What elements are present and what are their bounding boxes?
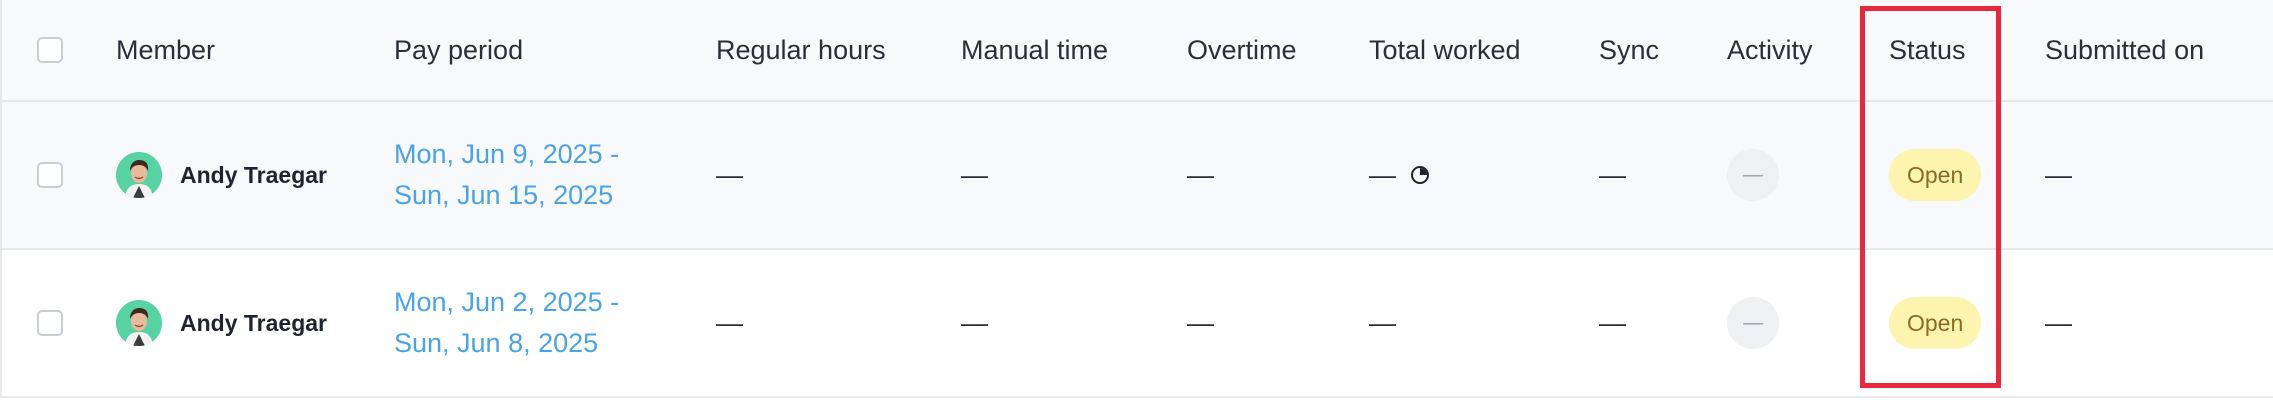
header-status[interactable]: Status — [1889, 0, 1966, 100]
pay-period-start: Mon, Jun 9, 2025 - — [394, 139, 620, 169]
pay-period-cell[interactable]: Mon, Jun 9, 2025 - Sun, Jun 15, 2025 — [394, 102, 619, 248]
submitted-on-value: — — [2045, 307, 2072, 338]
sync-value: — — [1599, 159, 1626, 190]
avatar — [116, 152, 162, 198]
header-regular-hours[interactable]: Regular hours — [716, 0, 886, 100]
status-badge: Open — [1889, 149, 1982, 201]
header-pay-period[interactable]: Pay period — [394, 0, 523, 100]
avatar — [116, 300, 162, 346]
total-worked-value: — — [1369, 159, 1396, 190]
table-header: Member Pay period Regular hours Manual t… — [0, 0, 2273, 102]
timer-icon[interactable] — [1410, 165, 1430, 185]
avatar-image — [116, 300, 162, 346]
activity-cell: — — [1727, 102, 1779, 248]
pay-period-link[interactable]: Mon, Jun 9, 2025 - Sun, Jun 15, 2025 — [394, 134, 619, 216]
activity-pill: — — [1727, 297, 1779, 349]
pay-period-end: Sun, Jun 8, 2025 — [394, 328, 599, 358]
select-all-checkbox[interactable] — [37, 37, 63, 63]
row-checkbox[interactable] — [37, 310, 63, 336]
select-all-cell — [37, 0, 63, 100]
activity-pill: — — [1727, 149, 1779, 201]
manual-time-value: — — [961, 307, 988, 338]
status-cell: Open — [1889, 250, 1982, 396]
member-name[interactable]: Andy Traegar — [180, 310, 327, 337]
avatar-image — [116, 152, 162, 198]
header-sync[interactable]: Sync — [1599, 0, 1659, 100]
pay-period-end: Sun, Jun 15, 2025 — [394, 180, 614, 210]
table-row[interactable]: Andy Traegar Mon, Jun 9, 2025 - Sun, Jun… — [0, 102, 2273, 250]
header-total-worked[interactable]: Total worked — [1369, 0, 1521, 100]
overtime-value: — — [1187, 307, 1214, 338]
total-worked-cell: — — [1369, 102, 1430, 248]
regular-hours-value: — — [716, 159, 743, 190]
manual-time-value: — — [961, 159, 988, 190]
total-worked-value: — — [1369, 307, 1396, 338]
sync-value: — — [1599, 307, 1626, 338]
member-cell[interactable]: Andy Traegar — [116, 102, 327, 248]
header-manual-time[interactable]: Manual time — [961, 0, 1108, 100]
activity-cell: — — [1727, 250, 1779, 396]
header-submitted-on[interactable]: Submitted on — [2045, 0, 2204, 100]
status-badge: Open — [1889, 297, 1982, 349]
regular-hours-value: — — [716, 307, 743, 338]
pay-period-start: Mon, Jun 2, 2025 - — [394, 287, 620, 317]
header-overtime[interactable]: Overtime — [1187, 0, 1297, 100]
status-cell: Open — [1889, 102, 1982, 248]
table-row[interactable]: Andy Traegar Mon, Jun 2, 2025 - Sun, Jun… — [0, 250, 2273, 398]
member-cell[interactable]: Andy Traegar — [116, 250, 327, 396]
pay-period-cell[interactable]: Mon, Jun 2, 2025 - Sun, Jun 8, 2025 — [394, 250, 619, 396]
row-select-cell — [37, 102, 63, 248]
row-checkbox[interactable] — [37, 162, 63, 188]
overtime-value: — — [1187, 159, 1214, 190]
timesheets-table: Member Pay period Regular hours Manual t… — [0, 0, 2273, 411]
header-member[interactable]: Member — [116, 0, 215, 100]
row-select-cell — [37, 250, 63, 396]
header-activity[interactable]: Activity — [1727, 0, 1813, 100]
pay-period-link[interactable]: Mon, Jun 2, 2025 - Sun, Jun 8, 2025 — [394, 282, 619, 364]
member-name[interactable]: Andy Traegar — [180, 162, 327, 189]
submitted-on-value: — — [2045, 159, 2072, 190]
